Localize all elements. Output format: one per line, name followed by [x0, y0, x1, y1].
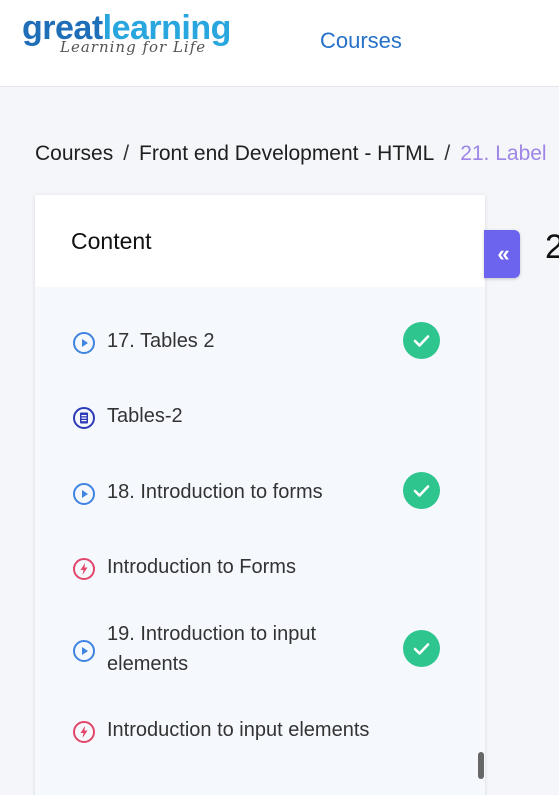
- play-circle-icon: [73, 483, 95, 505]
- top-navbar: greatlearning Learning for Life Courses: [0, 0, 559, 87]
- breadcrumb-courses[interactable]: Courses: [35, 142, 113, 165]
- content-item-label: 18. Introduction to forms: [107, 481, 323, 503]
- content-item-intro-forms-video[interactable]: 18. Introduction to forms: [35, 472, 485, 512]
- content-sidebar: Content 17. Tables 2 Tables-2 18. Introd…: [35, 195, 485, 795]
- content-item-label: Introduction to input elements: [107, 719, 370, 741]
- document-icon: [73, 407, 95, 429]
- breadcrumb-separator: /: [123, 142, 130, 165]
- play-circle-icon: [73, 640, 95, 662]
- breadcrumb: Courses / Front end Development - HTML / 21.…: [35, 142, 547, 166]
- content-title: Content: [71, 228, 152, 254]
- quiz-bolt-icon: [73, 558, 95, 580]
- content-item-intro-forms-quiz[interactable]: Introduction to Forms: [35, 547, 485, 587]
- logo-tagline: Learning for Life: [60, 38, 207, 56]
- completed-check-icon: [403, 322, 440, 359]
- content-item-label: Introduction to Forms: [107, 556, 296, 578]
- double-chevron-left-icon: «: [497, 241, 509, 266]
- content-item-label: Tables-2: [107, 405, 183, 427]
- nav-courses-link[interactable]: Courses: [320, 28, 402, 54]
- content-item-label: 17. Tables 2: [107, 330, 215, 352]
- breadcrumb-current-lesson: 21. Label: [460, 142, 547, 165]
- content-header: Content: [35, 195, 485, 287]
- sidebar-scrollbar-thumb[interactable]: [478, 752, 484, 779]
- completed-check-icon: [403, 472, 440, 509]
- content-item-tables-2-notes[interactable]: Tables-2: [35, 396, 485, 436]
- breadcrumb-course-name[interactable]: Front end Development - HTML: [139, 142, 434, 165]
- content-item-input-elements-video[interactable]: 19. Introduction to input elements: [35, 618, 485, 680]
- quiz-bolt-icon: [73, 721, 95, 743]
- play-circle-icon: [73, 332, 95, 354]
- collapse-sidebar-button[interactable]: «: [484, 230, 520, 278]
- lesson-title: 2: [545, 228, 559, 266]
- content-item-tables-2-video[interactable]: 17. Tables 2: [35, 321, 485, 361]
- breadcrumb-separator: /: [444, 142, 451, 165]
- content-item-input-elements-quiz[interactable]: Introduction to input elements: [35, 710, 485, 750]
- content-item-label: 19. Introduction to input elements: [107, 623, 317, 675]
- completed-check-icon: [403, 630, 440, 667]
- greatlearning-logo[interactable]: greatlearning Learning for Life: [22, 8, 252, 64]
